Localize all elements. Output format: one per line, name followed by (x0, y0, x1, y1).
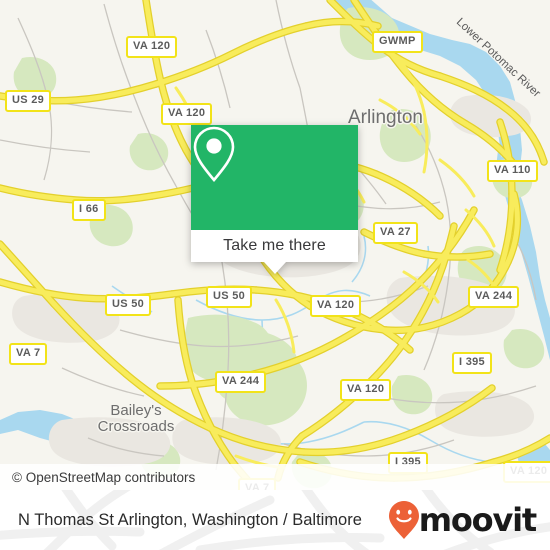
place-label-baileys-crossroads: Bailey's Crossroads (86, 403, 186, 435)
route-shield[interactable]: VA 7 (9, 343, 48, 365)
place-label-arlington: Arlington (348, 107, 423, 128)
map-screenshot: Lower Potomac River Arlington Bailey's C… (0, 0, 550, 550)
callout-header (191, 125, 358, 230)
route-shield[interactable]: VA 110 (487, 160, 538, 182)
route-shield[interactable]: VA 244 (215, 371, 267, 393)
moovit-wordmark: moovit (418, 501, 537, 539)
attribution-text: © OpenStreetMap contributors (12, 469, 196, 485)
route-shield[interactable]: I 66 (72, 199, 106, 221)
route-shield[interactable]: VA 120 (310, 295, 362, 317)
callout-tail (263, 262, 286, 274)
route-shield[interactable]: VA 120 (126, 36, 178, 58)
route-shield[interactable]: US 50 (206, 286, 253, 308)
place-label-line2: Crossroads (97, 417, 175, 435)
map-attribution: © OpenStreetMap contributors (0, 464, 550, 490)
route-shield[interactable]: VA 120 (161, 103, 213, 125)
route-shield[interactable]: VA 120 (340, 379, 392, 401)
route-shield[interactable]: VA 27 (373, 222, 418, 244)
map-canvas[interactable]: Lower Potomac River Arlington Bailey's C… (0, 0, 550, 490)
route-shield[interactable]: GWMP (372, 31, 423, 53)
route-shield[interactable]: US 29 (5, 90, 52, 112)
map-pin-icon (193, 126, 235, 183)
take-me-there-callout[interactable]: Take me there (191, 125, 358, 274)
place-label-line1: Bailey's (110, 402, 162, 419)
footer-title: N Thomas St Arlington, Washington / Balt… (18, 510, 362, 529)
route-shield[interactable]: VA 244 (468, 286, 520, 308)
take-me-there-button[interactable]: Take me there (191, 230, 358, 262)
moovit-brand[interactable]: moovit (388, 500, 537, 540)
moovit-smiley-pin-icon (388, 501, 419, 539)
take-me-there-label: Take me there (223, 237, 326, 254)
footer-bar: N Thomas St Arlington, Washington / Balt… (0, 490, 550, 550)
route-shield[interactable]: US 50 (105, 294, 152, 316)
route-shield[interactable]: I 395 (452, 352, 492, 374)
